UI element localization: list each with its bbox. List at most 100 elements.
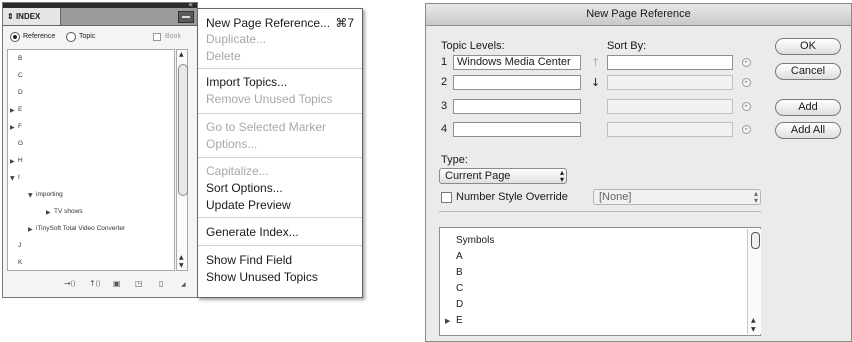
index-entry[interactable]: D [18, 89, 23, 96]
level-1-option-icon[interactable]: ▸ [742, 58, 751, 67]
number-style-select-value: [None] [599, 191, 632, 203]
topic-level-4-input[interactable] [453, 122, 581, 137]
topic-level-3-input[interactable] [453, 99, 581, 114]
topic-scroll-thumb[interactable] [751, 232, 760, 249]
type-label: Type: [441, 154, 468, 166]
topic-list-item[interactable]: B [456, 267, 463, 278]
number-style-select[interactable]: [None] ▴ ▾ [593, 189, 761, 205]
topic-list-scrollbar[interactable]: ▲ ▼ [747, 229, 761, 334]
index-list: B C D ▶ E ▶ F G ▶ H ▼ I ▼ importing ▶ TV shows ▶ iTinySof… [7, 49, 175, 271]
topic-list-item[interactable]: A [456, 251, 463, 262]
sort-by-4-input[interactable] [607, 122, 733, 137]
index-entry[interactable]: importing [36, 191, 63, 198]
type-select[interactable]: Current Page ▴ ▾ [439, 168, 567, 184]
index-tab-label: INDEX [15, 12, 41, 21]
generate-index-icon[interactable]: ▣ [113, 279, 121, 288]
topic-radio[interactable] [66, 32, 76, 42]
scroll-down-icon[interactable]: ▼ [179, 262, 184, 269]
panel-menu-button[interactable] [178, 11, 194, 23]
scroll-thumb[interactable] [178, 64, 188, 196]
update-preview-icon[interactable]: ↑⌷ [89, 279, 101, 289]
tab-arrows-icon: ⇕ [7, 12, 14, 21]
cancel-button[interactable]: Cancel [775, 63, 841, 80]
index-scrollbar[interactable]: ▲ ▲ ▼ [176, 49, 188, 271]
new-page-reference-dialog: New Page Reference Topic Levels: Sort By… [425, 3, 852, 342]
index-entry[interactable]: F [18, 123, 22, 130]
new-reference-icon[interactable]: ◳ [135, 279, 143, 288]
collapse-triangle-icon[interactable]: ▶ [28, 226, 33, 233]
book-checkbox[interactable] [153, 33, 161, 41]
index-entry[interactable]: iTinySoft Total Video Converter [36, 225, 125, 232]
menu-item[interactable]: Options... [206, 137, 257, 151]
go-to-marker-icon[interactable]: →⌷ [64, 279, 76, 289]
panel-tab-row: ⇕ INDEX [3, 8, 197, 26]
menu-item[interactable]: Capitalize... [206, 164, 269, 178]
collapse-triangle-icon[interactable]: ▶ [10, 158, 15, 165]
sort-by-3-input[interactable] [607, 99, 733, 114]
index-entry[interactable]: C [18, 72, 23, 79]
menu-item[interactable]: Import Topics... [206, 75, 287, 89]
menu-item[interactable]: Duplicate... [206, 32, 266, 46]
topic-level-2-input[interactable] [453, 75, 581, 90]
topic-list-item[interactable]: E [456, 315, 463, 326]
reference-label: Reference [23, 33, 56, 40]
collapse-triangle-icon[interactable]: ▶ [445, 317, 450, 325]
index-panel: « ⇕ INDEX Reference Topic Book B C D ▶ E ▶ F G ▶… [2, 1, 198, 298]
scroll-down-icon[interactable]: ▼ [751, 326, 756, 333]
select-updown-icon: ▴ ▾ [559, 168, 564, 184]
add-all-button[interactable]: Add All [775, 122, 841, 139]
menu-item[interactable]: Remove Unused Topics [206, 92, 333, 106]
menu-item[interactable]: Sort Options... [206, 181, 283, 195]
dialog-title: New Page Reference [586, 8, 691, 20]
index-entry[interactable]: J [18, 242, 21, 249]
expand-triangle-icon[interactable]: ▼ [10, 175, 15, 182]
menu-item[interactable]: New Page Reference... [206, 16, 330, 30]
collapse-triangle-icon[interactable]: ▶ [10, 124, 15, 131]
index-entry[interactable]: TV shows [54, 208, 83, 215]
reference-radio[interactable] [10, 32, 20, 42]
menu-item[interactable]: Show Unused Topics [206, 270, 318, 284]
topic-list-item[interactable]: D [456, 299, 463, 310]
collapse-triangle-icon[interactable]: ▶ [46, 209, 51, 216]
menu-item[interactable]: Generate Index... [206, 225, 299, 239]
menu-shortcut: ⌘7 [335, 16, 354, 30]
move-down-arrow-icon[interactable]: ↓ [591, 76, 600, 89]
add-button[interactable]: Add [775, 99, 841, 116]
scroll-up-icon[interactable]: ▲ [179, 254, 184, 261]
index-entry[interactable]: G [18, 140, 23, 147]
level-2-option-icon[interactable]: ▸ [742, 78, 751, 87]
move-up-arrow-icon[interactable]: ↑ [591, 56, 600, 69]
sort-by-1-input[interactable] [607, 55, 733, 70]
topic-level-1-input[interactable]: Windows Media Center [453, 55, 581, 70]
menu-item[interactable]: Go to Selected Marker [206, 120, 326, 134]
level-3-option-icon[interactable]: ▸ [742, 102, 751, 111]
resize-grip-icon[interactable]: ◢ [181, 281, 186, 288]
scroll-up-icon[interactable]: ▲ [751, 317, 756, 324]
index-tab[interactable]: ⇕ INDEX [3, 8, 61, 25]
index-panel-menu: New Page Reference... ⌘7 Duplicate... Delet… [197, 8, 363, 298]
collapse-triangle-icon[interactable]: ▶ [10, 107, 15, 114]
menu-item[interactable]: Delete [206, 49, 241, 63]
level-4-option-icon[interactable]: ▸ [742, 125, 751, 134]
topic-list-item[interactable]: C [456, 283, 463, 294]
delete-icon[interactable]: ▯ [159, 279, 163, 288]
index-entry[interactable]: E [18, 106, 22, 113]
menu-item[interactable]: Show Find Field [206, 253, 292, 267]
dialog-titlebar: New Page Reference [426, 4, 851, 26]
ok-button[interactable]: OK [775, 38, 841, 55]
index-entry[interactable]: I [18, 174, 20, 181]
sort-by-2-input[interactable] [607, 75, 733, 90]
scroll-up-icon[interactable]: ▲ [179, 51, 184, 58]
topic-list-item[interactable]: Symbols [456, 235, 494, 246]
menu-separator [198, 217, 362, 218]
menu-separator [198, 245, 362, 246]
level-number: 3 [441, 100, 448, 112]
menu-item[interactable]: Update Preview [206, 198, 291, 212]
menu-separator [198, 157, 362, 158]
type-select-value: Current Page [445, 170, 511, 182]
number-style-override-checkbox[interactable] [441, 192, 452, 203]
index-entry[interactable]: K [18, 259, 22, 266]
index-entry[interactable]: H [18, 157, 23, 164]
index-entry[interactable]: B [18, 55, 22, 62]
expand-triangle-icon[interactable]: ▼ [28, 192, 33, 199]
